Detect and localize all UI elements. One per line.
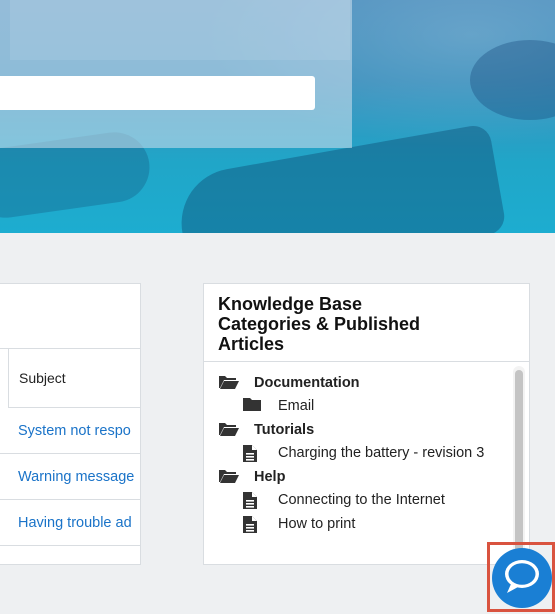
folder-open-icon — [218, 468, 254, 486]
table-row: System not respo — [0, 408, 140, 454]
knowledge-base-card: Knowledge Base Categories & Published Ar… — [203, 283, 530, 565]
folder-icon — [242, 397, 278, 415]
kb-subcategory-label: Email — [278, 398, 315, 415]
hero-decoration — [470, 40, 555, 120]
chat-button[interactable] — [492, 548, 552, 608]
document-icon — [242, 444, 278, 463]
document-icon — [242, 491, 278, 510]
kb-article-label: How to print — [278, 515, 356, 532]
kb-category-help[interactable]: Help — [218, 465, 529, 489]
table-row: Having trouble ad — [0, 500, 140, 546]
ticket-subject-link[interactable]: Warning message — [18, 469, 134, 485]
kb-category-label: Help — [254, 468, 286, 485]
kb-title-line: Knowledge Base — [218, 294, 363, 314]
table-row: Warning message — [0, 454, 140, 500]
kb-article-connecting-internet[interactable]: Connecting to the Internet — [218, 489, 529, 513]
kb-category-documentation[interactable]: Documentation — [218, 371, 529, 395]
kb-category-label: Documentation — [254, 374, 360, 391]
scrollbar-thumb[interactable] — [515, 370, 523, 555]
kb-article-how-to-print[interactable]: How to print — [218, 512, 529, 536]
search-input[interactable] — [0, 76, 315, 110]
search-panel — [0, 0, 352, 148]
kb-article-label: Charging the battery - revision 3 — [278, 445, 485, 462]
kb-article-charging-battery[interactable]: Charging the battery - revision 3 — [218, 442, 529, 466]
document-icon — [242, 515, 278, 533]
knowledge-base-title: Knowledge Base Categories & Published Ar… — [204, 284, 529, 362]
kb-title-line: Articles — [218, 334, 285, 354]
hero-banner — [0, 0, 555, 233]
kb-category-label: Tutorials — [254, 421, 315, 438]
tickets-card: Subject System not respo Warning message… — [0, 283, 141, 565]
folder-open-icon — [218, 374, 254, 392]
kb-subcategory-email[interactable]: Email — [218, 395, 529, 419]
folder-open-icon — [218, 421, 254, 439]
tickets-card-header — [0, 284, 140, 349]
chat-bubble-icon — [501, 556, 543, 601]
knowledge-base-tree: Documentation Email Tutorials Charging t… — [204, 362, 529, 562]
ticket-subject-link[interactable]: System not respo — [18, 423, 131, 439]
kb-category-tutorials[interactable]: Tutorials — [218, 418, 529, 442]
kb-title-line: Categories & Published — [218, 314, 421, 334]
ticket-subject-link[interactable]: Having trouble ad — [18, 515, 132, 531]
subject-column-header[interactable]: Subject — [8, 349, 140, 408]
kb-article-label: Connecting to the Internet — [278, 492, 445, 509]
subject-column-label: Subject — [19, 370, 66, 386]
